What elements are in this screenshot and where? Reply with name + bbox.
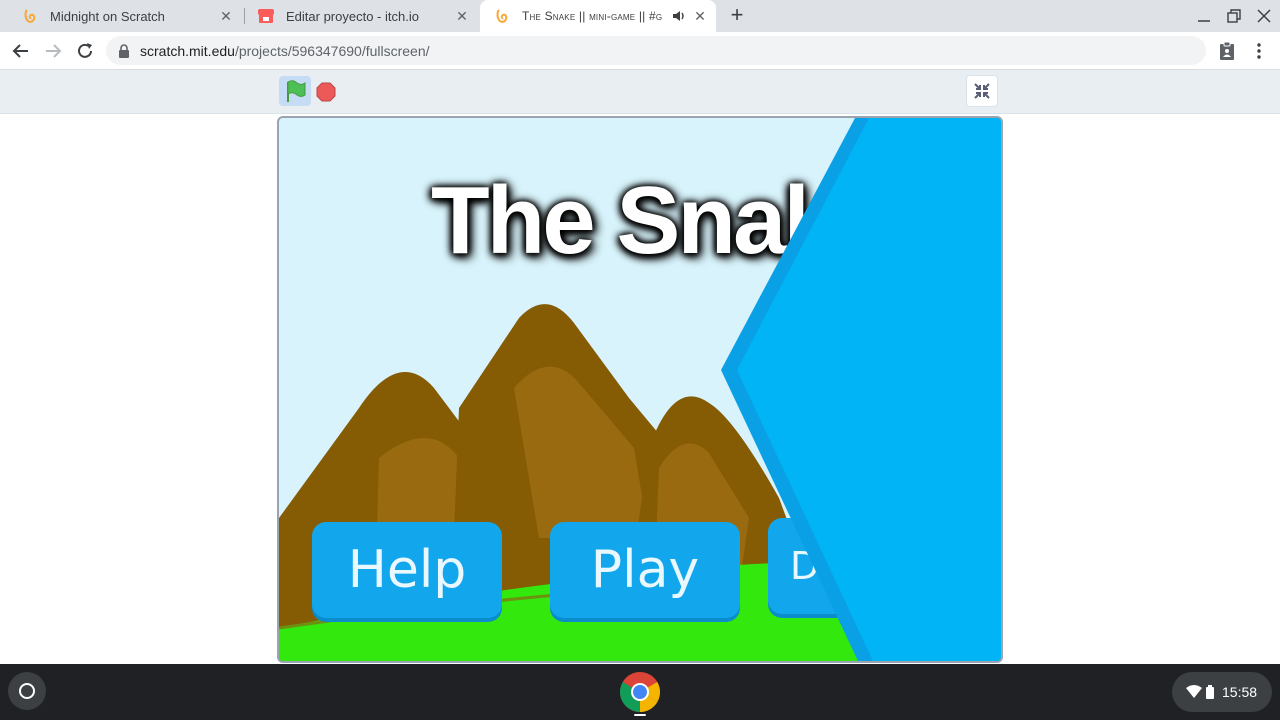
tab-editar-proyecto[interactable]: Editar proyecto - itch.io ✕ bbox=[244, 0, 478, 32]
wifi-icon bbox=[1186, 685, 1202, 699]
scratch-controls-bar bbox=[0, 70, 1280, 114]
tab-the-snake[interactable]: The Snake || mini-game || #g ✕ bbox=[480, 0, 716, 32]
back-icon[interactable] bbox=[10, 40, 32, 62]
stop-button[interactable] bbox=[316, 82, 336, 102]
exit-fullscreen-button[interactable] bbox=[966, 75, 998, 107]
menu-kebab-icon[interactable] bbox=[1248, 40, 1270, 62]
tab-close-icon[interactable]: ✕ bbox=[454, 8, 470, 24]
minimize-icon[interactable] bbox=[1194, 6, 1214, 26]
close-window-icon[interactable] bbox=[1254, 6, 1274, 26]
launcher-icon bbox=[19, 683, 35, 699]
tab-title: Editar proyecto - itch.io bbox=[286, 8, 419, 24]
itch-io-icon bbox=[258, 8, 274, 24]
running-indicator bbox=[634, 714, 646, 716]
tab-title: The Snake || mini-game || #g bbox=[522, 9, 663, 23]
tab-strip: Midnight on Scratch ✕ Editar proyecto - … bbox=[0, 0, 1280, 32]
clock: 15:58 bbox=[1222, 684, 1258, 700]
green-flag-icon bbox=[287, 80, 306, 102]
tab-close-icon[interactable]: ✕ bbox=[218, 8, 234, 24]
url-path: /projects/596347690/fullscreen/ bbox=[234, 42, 430, 59]
address-bar[interactable]: scratch.mit.edu/projects/596347690/fulls… bbox=[106, 36, 1206, 65]
reload-icon[interactable] bbox=[74, 40, 96, 62]
scratch-cat-icon bbox=[494, 8, 510, 24]
url-text: scratch.mit.edu/projects/596347690/fulls… bbox=[140, 43, 430, 59]
clipboard-extension-icon[interactable] bbox=[1216, 40, 1238, 62]
transition-wipe bbox=[721, 118, 1001, 661]
tab-close-icon[interactable]: ✕ bbox=[692, 8, 708, 24]
battery-icon bbox=[1206, 685, 1214, 699]
forward-icon[interactable] bbox=[42, 40, 64, 62]
exit-fullscreen-icon bbox=[974, 83, 990, 99]
scratch-cat-icon bbox=[22, 8, 38, 24]
restore-icon[interactable] bbox=[1224, 6, 1244, 26]
lock-icon[interactable] bbox=[118, 43, 130, 58]
launcher-button[interactable] bbox=[8, 672, 46, 710]
tab-midnight-on-scratch[interactable]: Midnight on Scratch ✕ bbox=[8, 0, 242, 32]
os-shelf: 15:58 bbox=[0, 664, 1280, 720]
project-stage[interactable]: The Snak Help Play D bbox=[277, 116, 1003, 663]
status-tray[interactable]: 15:58 bbox=[1172, 672, 1272, 712]
new-tab-button[interactable]: + bbox=[726, 4, 748, 26]
tab-title: Midnight on Scratch bbox=[50, 8, 165, 24]
stop-icon bbox=[316, 82, 336, 102]
green-flag-button[interactable] bbox=[279, 76, 311, 106]
browser-toolbar: scratch.mit.edu/projects/596347690/fulls… bbox=[0, 32, 1280, 70]
url-domain: scratch.mit.edu bbox=[140, 42, 235, 59]
speaker-icon[interactable] bbox=[672, 8, 686, 24]
chrome-icon[interactable] bbox=[619, 671, 661, 713]
